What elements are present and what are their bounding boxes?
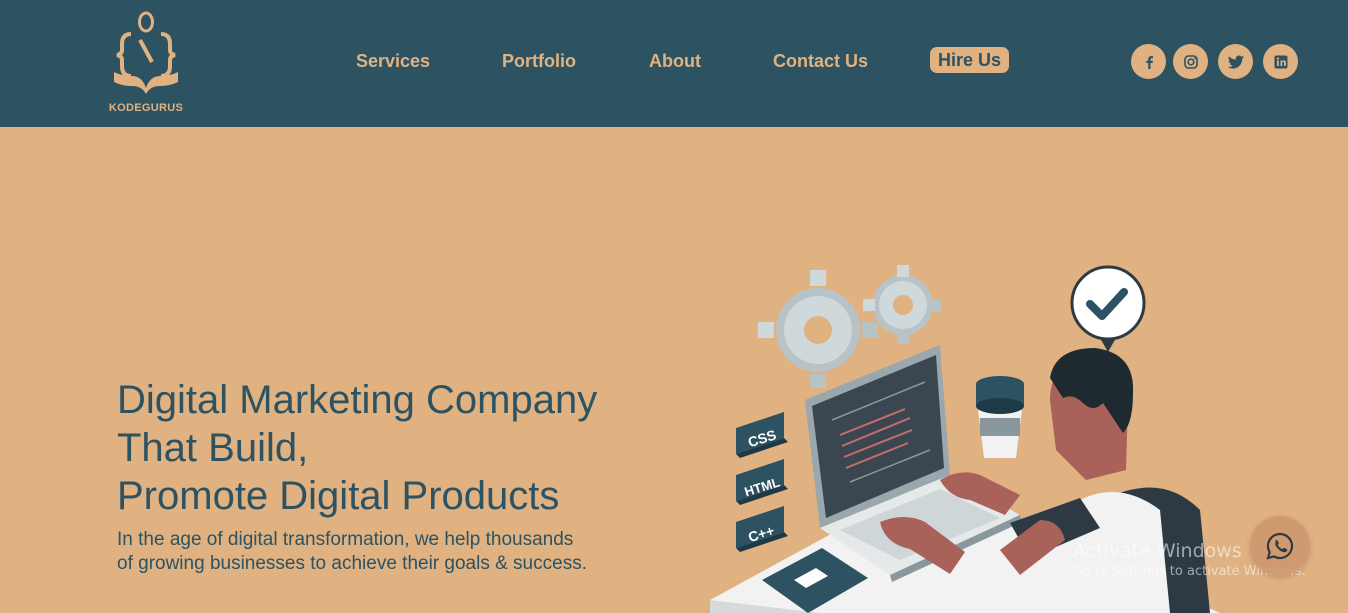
nav-services[interactable]: Services xyxy=(356,51,430,72)
instagram-link[interactable] xyxy=(1173,44,1208,79)
headline-line-1: Digital Marketing Company xyxy=(117,378,598,422)
nav-contact-us[interactable]: Contact Us xyxy=(773,51,868,72)
linkedin-link[interactable] xyxy=(1263,44,1298,79)
hero-subtext: In the age of digital transformation, we… xyxy=(117,528,677,576)
facebook-link[interactable] xyxy=(1131,44,1166,79)
whatsapp-icon xyxy=(1266,532,1294,560)
nav-about[interactable]: About xyxy=(649,51,701,72)
logo-icon xyxy=(114,11,178,94)
whatsapp-chat-button[interactable] xyxy=(1250,516,1310,576)
nav-portfolio[interactable]: Portfolio xyxy=(502,51,576,72)
coffee-cup xyxy=(976,376,1024,458)
site-header: KODEGURUS Services Portfolio About Conta… xyxy=(0,0,1348,127)
checkmark-bubble xyxy=(1070,265,1146,352)
headline-line-3: Promote Digital Products xyxy=(117,474,560,518)
subtext-line-2: of growing businesses to achieve their g… xyxy=(117,553,587,574)
html-tag: HTML xyxy=(736,459,788,505)
subtext-line-1: In the age of digital transformation, we… xyxy=(117,529,574,550)
brand-name: KODEGURUS xyxy=(108,102,184,114)
cpp-tag: C++ xyxy=(736,506,788,552)
css-tag: CSS xyxy=(736,412,788,458)
kodegurus-logo[interactable]: KODEGURUS xyxy=(100,8,195,118)
large-gear-icon xyxy=(758,270,878,388)
instagram-icon xyxy=(1183,54,1198,69)
hero-headline: Digital Marketing Company That Build, Pr… xyxy=(117,376,677,520)
linkedin-icon xyxy=(1274,55,1287,68)
twitter-icon xyxy=(1227,55,1244,69)
hire-us-button[interactable]: Hire Us xyxy=(930,47,1010,73)
twitter-link[interactable] xyxy=(1218,44,1253,79)
facebook-icon xyxy=(1145,55,1153,69)
headline-line-2: That Build, xyxy=(117,426,309,470)
